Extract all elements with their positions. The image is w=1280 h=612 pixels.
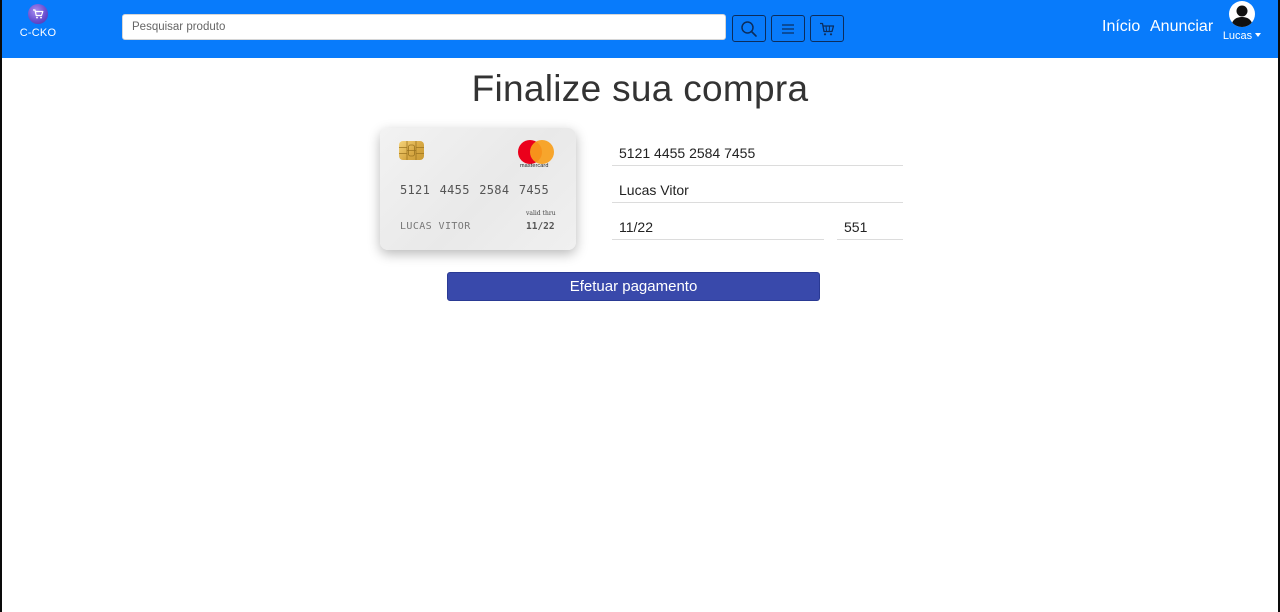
user-avatar-icon [1229, 1, 1255, 27]
cart-logo-icon [28, 4, 48, 24]
mastercard-logo-icon: mastercard [518, 140, 556, 170]
search-icon [741, 20, 757, 37]
app-frame: C-CKO Início Anun [0, 0, 1280, 612]
user-menu-dropdown[interactable]: Lucas [1220, 0, 1264, 42]
nav-link-advertise[interactable]: Anunciar [1150, 18, 1213, 36]
valid-thru-label: valid thru [526, 210, 556, 217]
holder-name-field[interactable] [612, 177, 903, 203]
search-input[interactable] [122, 14, 726, 40]
card-holder-display: LUCAS VITOR [400, 221, 471, 232]
card-number-display: 5121 4455 2584 7455 [400, 183, 549, 197]
pay-button[interactable]: Efetuar pagamento [447, 272, 820, 301]
cvv-field[interactable] [837, 214, 903, 240]
brand[interactable]: C-CKO [16, 4, 60, 39]
user-menu-label: Lucas [1220, 30, 1264, 42]
page-title: Finalize sua compra [471, 68, 809, 109]
navbar: C-CKO Início Anun [2, 0, 1278, 58]
cart-button[interactable] [810, 15, 844, 42]
menu-icon [782, 23, 794, 34]
card-brand-text: mastercard [520, 163, 549, 169]
user-name: Lucas [1222, 30, 1253, 42]
brand-name: C-CKO [19, 27, 57, 39]
caret-down-icon [1255, 33, 1262, 37]
credit-card-preview: mastercard 5121 4455 2584 7455 LUCAS VIT… [380, 128, 576, 250]
cart-icon [820, 22, 835, 35]
card-expiry-display: 11/22 [526, 221, 555, 232]
nav-link-home[interactable]: Início [1102, 18, 1140, 36]
search-button[interactable] [732, 15, 766, 42]
menu-button[interactable] [771, 15, 805, 42]
card-chip-icon [399, 141, 424, 160]
card-number-field[interactable] [612, 140, 903, 166]
mastercard-orange-circle [530, 140, 554, 164]
expiry-field[interactable] [612, 214, 824, 240]
